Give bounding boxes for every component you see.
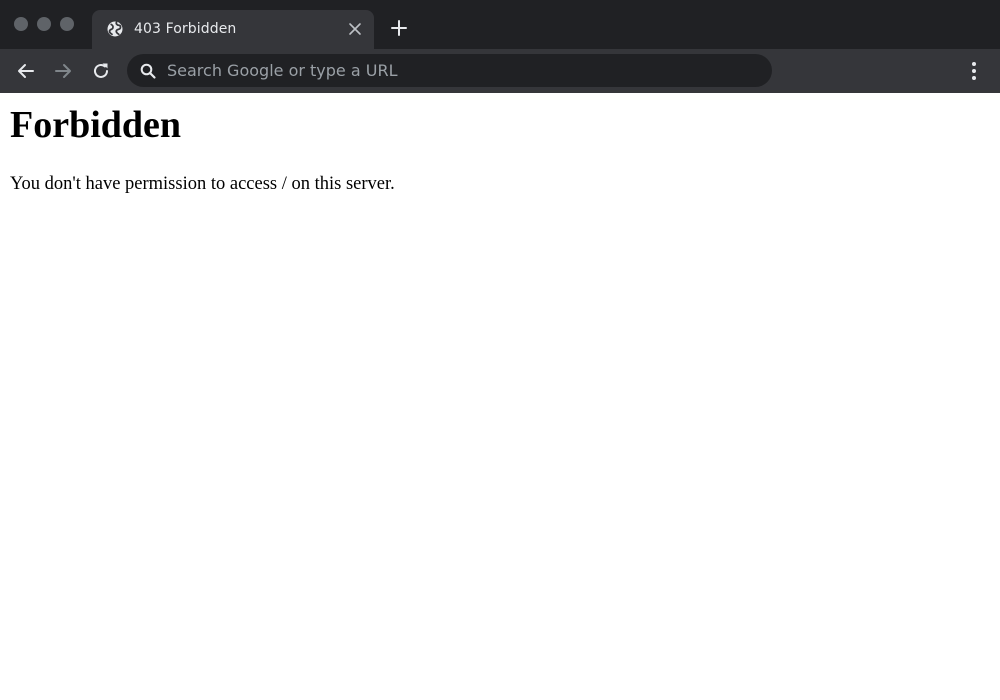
window-controls (14, 17, 74, 31)
browser-toolbar (0, 49, 1000, 93)
globe-icon (107, 21, 123, 37)
error-message: You don't have permission to access / on… (10, 174, 395, 194)
kebab-menu-icon[interactable] (964, 60, 984, 82)
tab-active[interactable]: 403 Forbidden (92, 10, 374, 49)
address-input[interactable] (167, 54, 757, 87)
arrow-left-icon[interactable] (15, 60, 37, 82)
minimize-window-button[interactable] (37, 17, 51, 31)
page-content: Forbidden You don't have permission to a… (0, 93, 1000, 700)
new-tab-button[interactable] (390, 19, 408, 37)
browser-titlebar: 403 Forbidden (0, 0, 1000, 49)
search-icon (140, 63, 156, 79)
reload-icon[interactable] (90, 60, 112, 82)
close-icon[interactable] (348, 22, 362, 36)
page-title: Forbidden (10, 104, 182, 146)
arrow-right-icon[interactable] (52, 60, 74, 82)
close-window-button[interactable] (14, 17, 28, 31)
tab-title: 403 Forbidden (134, 21, 237, 37)
address-bar[interactable] (127, 54, 772, 87)
maximize-window-button[interactable] (60, 17, 74, 31)
